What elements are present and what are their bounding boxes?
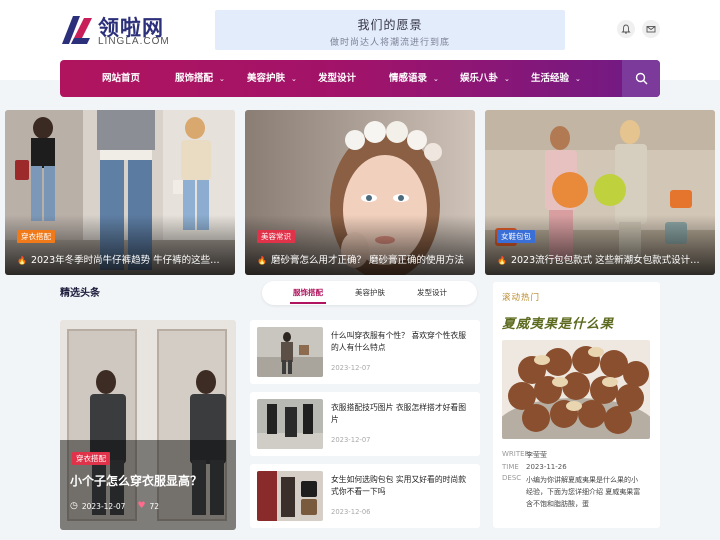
thumbs-up-icon: ♥ <box>137 501 146 511</box>
fire-icon: 🔥 <box>497 256 507 265</box>
nav-label: 美容护肤 <box>247 73 286 84</box>
featured-card[interactable]: 穿衣搭配 小个子怎么穿衣服显高？ ◷ 2023-12-07 ♥ 72 <box>60 320 236 530</box>
chevron-down-icon: ⌄ <box>433 75 439 83</box>
hero-card[interactable]: 穿衣搭配 🔥2023年冬季时尚牛仔裤趋势 牛仔裤的这些变种款式可 <box>5 110 235 275</box>
nav-label: 网站首页 <box>102 73 141 84</box>
active-tab-indicator <box>290 302 326 304</box>
nav-label: 生活经验 <box>531 73 570 84</box>
hero-title-text: 2023流行包包款式 这些新潮女包款式设计都满满的 <box>510 255 709 266</box>
article-title[interactable]: 衣服搭配技巧图片 衣服怎样搭才好看图片 <box>331 402 473 426</box>
site-logo[interactable]: 领啦网 LINGLA.COM <box>60 12 170 48</box>
article-item[interactable]: 什么叫穿衣服有个性？ 喜欢穿个性衣服的人有什么特点 2023-12-07 <box>250 320 480 384</box>
slogan-subtitle: 做时尚达人将潮流进行到底 <box>329 38 450 48</box>
hero-title-text: 2023年冬季时尚牛仔裤趋势 牛仔裤的这些变种款式可 <box>30 255 229 266</box>
bell-icon[interactable] <box>617 20 635 38</box>
article-item[interactable]: 女生如何选购包包 实用又好看的时尚款式你不看一下吗 2023-12-06 <box>250 464 480 528</box>
sidebar-image[interactable] <box>502 340 650 439</box>
nav-item-clothing[interactable]: 服饰搭配 ⌄ <box>175 60 225 97</box>
sidebar-writer: WRITER 李莹莹 <box>502 450 547 460</box>
desc-key: DESC <box>502 474 522 482</box>
hero-card[interactable]: 女鞋包包 🔥 2023流行包包款式 这些新潮女包款式设计都满满的 <box>485 110 715 275</box>
category-badge[interactable]: 穿衣搭配 <box>72 452 110 465</box>
mail-icon[interactable] <box>642 20 660 38</box>
sidebar-label: 滚动热门 <box>502 293 541 303</box>
logo-domain: LINGLA.COM <box>98 36 170 47</box>
hero-shade <box>5 215 235 275</box>
clock-icon: ◷ <box>70 501 78 511</box>
hero-shade <box>245 215 475 275</box>
nav-item-hairstyle[interactable]: 发型设计 <box>318 60 356 97</box>
category-badge[interactable]: 美容常识 <box>257 230 295 243</box>
fire-icon: 🔥 <box>257 256 267 265</box>
article-title[interactable]: 女生如何选购包包 实用又好看的时尚款式你不看一下吗 <box>331 474 473 498</box>
section-title: 精选头条 <box>60 288 100 299</box>
featured-likes: 72 <box>149 501 160 511</box>
hot-sidebar: 滚动热门 夏威夷果是什么果 WRITER 李莹莹 TIME 2023-11-26… <box>493 282 660 528</box>
hero-title[interactable]: 🔥2023年冬季时尚牛仔裤趋势 牛仔裤的这些变种款式可 <box>17 252 229 266</box>
writer-key: WRITER <box>502 450 530 458</box>
article-date: 2023-12-07 <box>331 436 371 444</box>
article-item[interactable]: 衣服搭配技巧图片 衣服怎样搭才好看图片 2023-12-07 <box>250 392 480 456</box>
fire-icon: 🔥 <box>17 256 27 265</box>
nav-label: 服饰搭配 <box>175 73 214 84</box>
hero-title[interactable]: 🔥 磨砂膏怎么用才正确？ 磨砂膏正确的使用方法 <box>257 252 469 266</box>
hero-title[interactable]: 🔥 2023流行包包款式 这些新潮女包款式设计都满满的 <box>497 252 709 266</box>
chevron-down-icon: ⌄ <box>504 75 510 83</box>
sidebar-desc: DESC 小编为你讲解夏威夷果是什么果的小经验，下面为您详细介绍 夏威夷果富含不… <box>502 474 642 510</box>
tab-beauty[interactable]: 美容护肤 <box>355 281 385 305</box>
slogan-title: 我们的愿景 <box>357 18 423 32</box>
article-thumbnail[interactable] <box>257 471 323 521</box>
hero-card[interactable]: 美容常识 🔥 磨砂膏怎么用才正确？ 磨砂膏正确的使用方法 <box>245 110 475 275</box>
slogan-banner: 我们的愿景 做时尚达人将潮流进行到底 <box>215 10 565 50</box>
writer-value: 李莹莹 <box>526 451 547 459</box>
nav-item-quotes[interactable]: 情感语录 ⌄ <box>389 60 439 97</box>
sidebar-time: TIME 2023-11-26 <box>502 463 567 471</box>
featured-title[interactable]: 小个子怎么穿衣服显高？ <box>70 472 202 489</box>
article-thumbnail[interactable] <box>257 327 323 377</box>
featured-image <box>60 320 236 530</box>
time-key: TIME <box>502 463 519 471</box>
nav-item-home[interactable]: 网站首页 <box>102 60 140 97</box>
nav-label: 发型设计 <box>318 73 357 84</box>
chevron-down-icon: ⌄ <box>219 75 225 83</box>
hero-title-text: 磨砂膏怎么用才正确？ 磨砂膏正确的使用方法 <box>270 255 464 266</box>
category-badge[interactable]: 穿衣搭配 <box>17 230 55 243</box>
category-badge[interactable]: 女鞋包包 <box>497 230 535 243</box>
logo-mark-icon <box>62 16 92 44</box>
article-date: 2023-12-07 <box>331 364 371 372</box>
sidebar-title[interactable]: 夏威夷果是什么果 <box>502 313 614 332</box>
main-nav: 网站首页 服饰搭配 ⌄ 美容护肤 ⌄ 发型设计 情感语录 ⌄ 娱乐八卦 ⌄ 生活经验 ⌄ <box>60 60 660 97</box>
chevron-down-icon: ⌄ <box>291 75 297 83</box>
article-title[interactable]: 什么叫穿衣服有个性？ 喜欢穿个性衣服的人有什么特点 <box>331 330 473 354</box>
tab-hairstyle[interactable]: 发型设计 <box>417 281 447 305</box>
featured-date: 2023-12-07 <box>81 501 126 511</box>
article-date: 2023-12-06 <box>331 508 371 516</box>
nav-label: 情感语录 <box>389 73 428 84</box>
featured-meta: ◷ 2023-12-07 ♥ 72 <box>70 501 159 511</box>
nav-item-life[interactable]: 生活经验 ⌄ <box>531 60 581 97</box>
nav-label: 娱乐八卦 <box>460 73 499 84</box>
search-button[interactable] <box>622 60 660 97</box>
article-thumbnail[interactable] <box>257 399 323 449</box>
time-value: 2023-11-26 <box>526 463 567 471</box>
search-icon <box>635 72 647 85</box>
nav-item-entertainment[interactable]: 娱乐八卦 ⌄ <box>460 60 510 97</box>
hero-shade <box>485 215 715 275</box>
desc-value: 小编为你讲解夏威夷果是什么果的小经验，下面为您详细介绍 夏威夷果富含不饱和脂肪酸… <box>526 476 641 508</box>
nav-item-beauty[interactable]: 美容护肤 ⌄ <box>247 60 297 97</box>
chevron-down-icon: ⌄ <box>575 75 581 83</box>
